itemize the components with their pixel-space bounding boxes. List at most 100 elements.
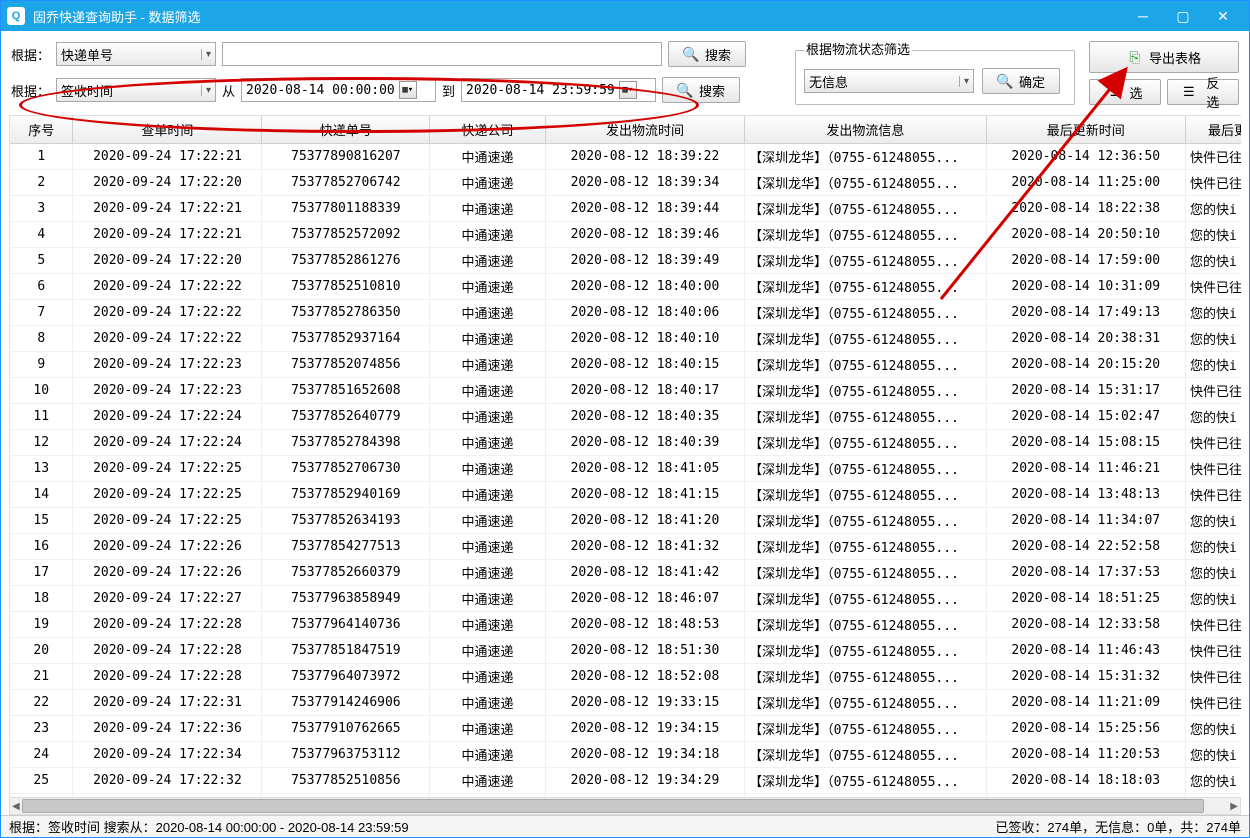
toolbar: 根据： 快递单号 ▾ 🔍 搜索 根据： 签收时间 ▾ 从: [1, 31, 1249, 111]
table-row[interactable]: 172020-09-24 17:22:2675377852660379中通速递2…: [10, 560, 1241, 586]
table-cell: 您的快i: [1185, 222, 1241, 248]
table-cell: 75377852074856: [262, 352, 430, 378]
table-cell: 您的快i: [1185, 586, 1241, 612]
table-row[interactable]: 162020-09-24 17:22:2675377854277513中通速递2…: [10, 534, 1241, 560]
table-cell: 【深圳龙华】（0755-61248055...: [745, 794, 986, 798]
export-button[interactable]: ⎘ 导出表格: [1089, 41, 1239, 73]
table-cell: 3: [10, 196, 73, 222]
table-cell: 【深圳龙华】（0755-61248055...: [745, 690, 986, 716]
table-row[interactable]: 262020-09-24 17:22:3575377852510880中通速递2…: [10, 794, 1241, 798]
table-cell: 2020-09-24 17:22:25: [73, 482, 262, 508]
table-row[interactable]: 12020-09-24 17:22:2175377890816207中通速递20…: [10, 144, 1241, 170]
table-row[interactable]: 122020-09-24 17:22:2475377852784398中通速递2…: [10, 430, 1241, 456]
maximize-button[interactable]: ▢: [1163, 1, 1203, 31]
confirm-button[interactable]: 🔍 确定: [982, 68, 1060, 94]
column-header[interactable]: 查单时间: [73, 116, 262, 144]
table-row[interactable]: 32020-09-24 17:22:2175377801188339中通速递20…: [10, 196, 1241, 222]
table-row[interactable]: 222020-09-24 17:22:3175377914246906中通速递2…: [10, 690, 1241, 716]
logistics-status-select[interactable]: 无信息 ▾: [804, 69, 974, 93]
table-cell: 2020-08-12 18:51:30: [545, 638, 744, 664]
table-row[interactable]: 232020-09-24 17:22:3675377910762665中通速递2…: [10, 716, 1241, 742]
table-row[interactable]: 102020-09-24 17:22:2375377851652608中通速递2…: [10, 378, 1241, 404]
column-header[interactable]: 快递单号: [262, 116, 430, 144]
table-cell: 中通速递: [430, 482, 545, 508]
scroll-thumb[interactable]: [22, 799, 1204, 813]
table-cell: 您的快i: [1185, 326, 1241, 352]
date-from-input[interactable]: 2020-08-14 00:00:00 ▦▾: [241, 78, 436, 102]
table-cell: 75377852706742: [262, 170, 430, 196]
table-cell: 【深圳龙华】（0755-61248055...: [745, 638, 986, 664]
table-row[interactable]: 152020-09-24 17:22:2575377852634193中通速递2…: [10, 508, 1241, 534]
column-header[interactable]: 发出物流时间: [545, 116, 744, 144]
column-header[interactable]: 快递公司: [430, 116, 545, 144]
search-button-1[interactable]: 🔍 搜索: [668, 41, 746, 67]
filter1-input[interactable]: [222, 42, 662, 66]
table-cell: 2020-08-14 13:48:13: [986, 482, 1185, 508]
table-cell: 15: [10, 508, 73, 534]
invert-select-button[interactable]: ☰ 反选: [1167, 79, 1239, 105]
table-cell: 【深圳龙华】（0755-61248055...: [745, 300, 986, 326]
column-header[interactable]: 序号: [10, 116, 73, 144]
table-row[interactable]: 42020-09-24 17:22:2175377852572092中通速递20…: [10, 222, 1241, 248]
table-cell: 2020-08-14 20:38:31: [986, 326, 1185, 352]
search-button-2[interactable]: 🔍 搜索: [662, 77, 740, 103]
table-cell: 中通速递: [430, 664, 545, 690]
horizontal-scrollbar[interactable]: ◀ ▶: [9, 797, 1241, 815]
table-cell: 2020-08-14 11:46:43: [986, 638, 1185, 664]
table-cell: 75377910762665: [262, 716, 430, 742]
scroll-left-icon[interactable]: ◀: [12, 801, 20, 812]
filter1-select[interactable]: 快递单号 ▾: [56, 42, 216, 66]
table-cell: 中通速递: [430, 768, 545, 794]
table-scroll-area[interactable]: 序号查单时间快递单号快递公司发出物流时间发出物流信息最后更新时间最后更 1202…: [10, 116, 1241, 797]
table-row[interactable]: 202020-09-24 17:22:2875377851847519中通速递2…: [10, 638, 1241, 664]
table-cell: 2020-08-12 18:40:17: [545, 378, 744, 404]
table-cell: 2020-09-24 17:22:22: [73, 326, 262, 352]
date-from-value: 2020-08-14 00:00:00: [246, 83, 395, 98]
scroll-right-icon[interactable]: ▶: [1230, 801, 1238, 812]
status-bar: 根据：签收时间 搜索从：2020-08-14 00:00:00 - 2020-0…: [1, 815, 1249, 837]
table-cell: 7: [10, 300, 73, 326]
invert-button-label: 反选: [1202, 73, 1224, 111]
table-row[interactable]: 142020-09-24 17:22:2575377852940169中通速递2…: [10, 482, 1241, 508]
date-to-input[interactable]: 2020-08-14 23:59:59 ▦▾: [461, 78, 656, 102]
filter2-select[interactable]: 签收时间 ▾: [56, 78, 216, 102]
table-cell: 2020-09-24 17:22:21: [73, 196, 262, 222]
select-button[interactable]: ☰ 选: [1089, 79, 1161, 105]
table-row[interactable]: 242020-09-24 17:22:3475377963753112中通速递2…: [10, 742, 1241, 768]
table-row[interactable]: 22020-09-24 17:22:2075377852706742中通速递20…: [10, 170, 1241, 196]
table-cell: 【深圳龙华】（0755-61248055...: [745, 196, 986, 222]
table-cell: 2020-08-14 12:36:50: [986, 144, 1185, 170]
table-cell: 您的快i: [1185, 742, 1241, 768]
table-row[interactable]: 112020-09-24 17:22:2475377852640779中通速递2…: [10, 404, 1241, 430]
table-row[interactable]: 82020-09-24 17:22:2275377852937164中通速递20…: [10, 326, 1241, 352]
column-header[interactable]: 最后更新时间: [986, 116, 1185, 144]
table-row[interactable]: 52020-09-24 17:22:2075377852861276中通速递20…: [10, 248, 1241, 274]
table-row[interactable]: 132020-09-24 17:22:2575377852706730中通速递2…: [10, 456, 1241, 482]
table-cell: 14: [10, 482, 73, 508]
table-cell: 【深圳龙华】（0755-61248055...: [745, 612, 986, 638]
table-cell: 75377852937164: [262, 326, 430, 352]
table-cell: 4: [10, 222, 73, 248]
calendar-icon[interactable]: ▦▾: [399, 81, 417, 99]
minimize-button[interactable]: ─: [1123, 1, 1163, 31]
table-row[interactable]: 62020-09-24 17:22:2275377852510810中通速递20…: [10, 274, 1241, 300]
table-row[interactable]: 182020-09-24 17:22:2775377963858949中通速递2…: [10, 586, 1241, 612]
table-row[interactable]: 92020-09-24 17:22:2375377852074856中通速递20…: [10, 352, 1241, 378]
table-row[interactable]: 192020-09-24 17:22:2875377964140736中通速递2…: [10, 612, 1241, 638]
close-button[interactable]: ✕: [1203, 1, 1243, 31]
table-row[interactable]: 252020-09-24 17:22:3275377852510856中通速递2…: [10, 768, 1241, 794]
table-cell: 您的快i: [1185, 534, 1241, 560]
table-cell: 2020-08-14 18:22:38: [986, 196, 1185, 222]
table-cell: 快件已往: [1185, 378, 1241, 404]
table-row[interactable]: 72020-09-24 17:22:2275377852786350中通速递20…: [10, 300, 1241, 326]
table-cell: 2020-08-12 18:40:00: [545, 274, 744, 300]
column-header[interactable]: 发出物流信息: [745, 116, 986, 144]
column-header[interactable]: 最后更: [1185, 116, 1241, 144]
table-cell: 75377852640779: [262, 404, 430, 430]
table-row[interactable]: 212020-09-24 17:22:2875377964073972中通速递2…: [10, 664, 1241, 690]
calendar-icon[interactable]: ▦▾: [619, 81, 637, 99]
data-table-wrap: 序号查单时间快递单号快递公司发出物流时间发出物流信息最后更新时间最后更 1202…: [9, 115, 1241, 797]
filter1-select-value: 快递单号: [61, 45, 113, 64]
table-cell: 快件已往: [1185, 456, 1241, 482]
table-cell: 您的快i: [1185, 560, 1241, 586]
